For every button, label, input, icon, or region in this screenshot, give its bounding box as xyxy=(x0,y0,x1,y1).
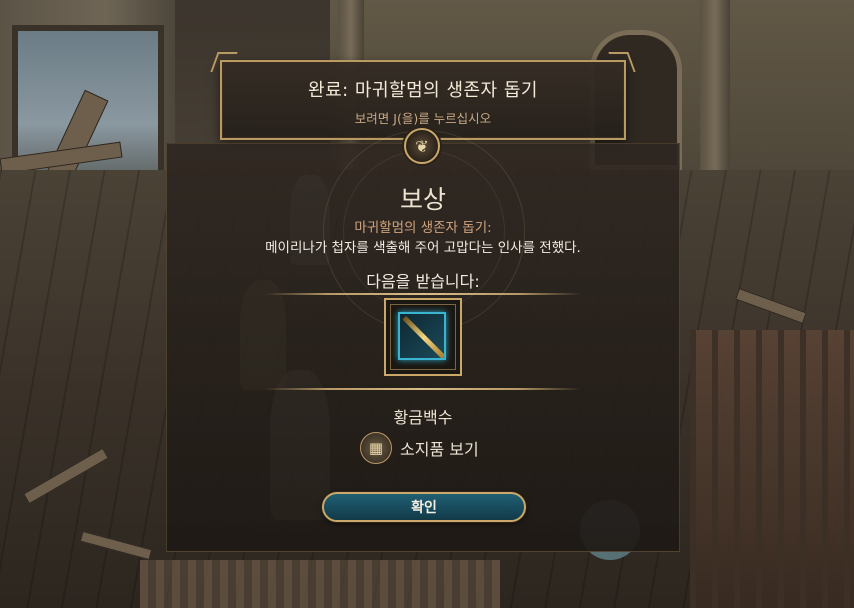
golden-sword-icon[interactable] xyxy=(398,312,446,360)
receive-label: 다음을 받습니다: xyxy=(366,272,480,291)
quest-description: 메이리나가 첩자를 색출해 주어 고맙다는 인사를 전했다. xyxy=(265,240,581,256)
backpack-icon: ▦ xyxy=(360,432,392,464)
pillar xyxy=(700,0,730,175)
confirm-button[interactable]: 확인 xyxy=(322,492,526,522)
rug xyxy=(140,560,500,608)
railing xyxy=(690,330,854,608)
quest-complete-title: 완료: 마귀할멈의 생존자 돕기 xyxy=(308,80,538,101)
divider-bottom xyxy=(265,388,581,390)
quest-name: 마귀할멈의 생존자 돕기: xyxy=(354,220,492,236)
feather-icon: ❦ xyxy=(404,128,440,164)
blade-shape xyxy=(402,315,444,358)
view-inventory-button[interactable]: ▦ 소지품 보기 xyxy=(360,432,479,464)
journal-hint: 보려면 J(을)를 누르십시오 xyxy=(354,111,492,126)
reward-title: 보상 xyxy=(399,185,446,214)
confirm-label: 확인 xyxy=(411,500,437,516)
divider-top xyxy=(265,293,581,295)
item-name: 황금백수 xyxy=(393,408,453,427)
view-inventory-label: 소지품 보기 xyxy=(400,440,479,459)
